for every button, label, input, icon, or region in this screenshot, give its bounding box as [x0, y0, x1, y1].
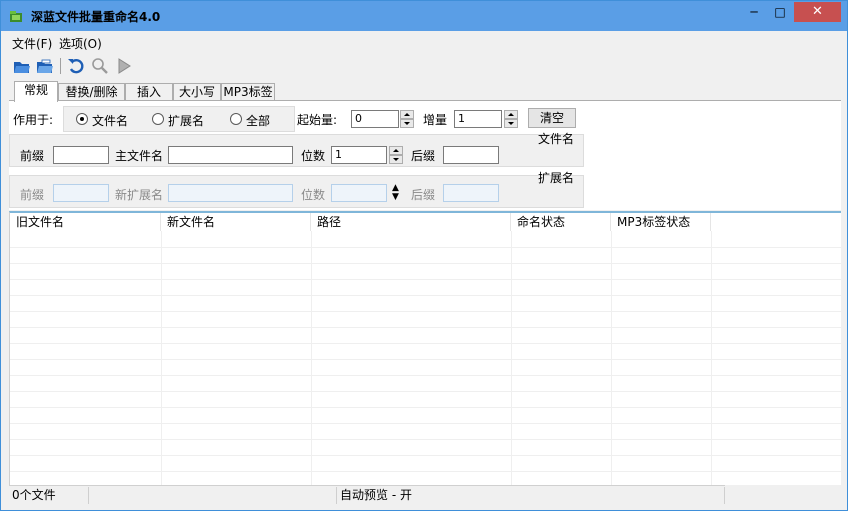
filename-group-title: 文件名 [538, 132, 575, 146]
window-title: 深蓝文件批量重命名4.0 [31, 10, 161, 24]
extension-group-title: 扩展名 [538, 171, 575, 185]
grid-row-line [10, 327, 841, 328]
filename-digits-input[interactable]: 1 [331, 146, 387, 164]
filename-prefix-label: 前缀 [20, 149, 45, 163]
extension-digits-label: 位数 [301, 188, 326, 202]
extension-prefix-label: 前缀 [20, 188, 45, 202]
preview-search-icon[interactable] [91, 57, 109, 75]
grid-row-line [10, 391, 841, 392]
column-old-filename[interactable]: 旧文件名 [10, 213, 161, 231]
extension-suffix-input [443, 184, 499, 202]
apply-to-label: 作用于: [13, 113, 54, 127]
increment-spinner[interactable] [504, 110, 518, 128]
increment-input[interactable]: 1 [454, 110, 502, 128]
toolbar [1, 53, 847, 79]
column-mp3-tag-status[interactable]: MP3标签状态 [611, 213, 711, 231]
filename-prefix-input[interactable] [53, 146, 109, 164]
extension-digits-spinner-down-icon: ▼ [392, 192, 399, 202]
tab-strip: 常规 替换/删除 插入 大小写 MP3标签 [1, 81, 847, 102]
start-value-input[interactable]: 0 [351, 110, 399, 128]
status-bar: 0个文件 自动预览 - 开 [9, 485, 725, 505]
new-extension-input [168, 184, 293, 202]
new-extension-label: 新扩展名 [115, 188, 164, 202]
extension-prefix-input [53, 184, 109, 202]
open-folder-icon[interactable] [13, 57, 31, 75]
grid-row-line [10, 375, 841, 376]
start-value-label: 起始量: [297, 113, 338, 127]
file-list[interactable]: 旧文件名 新文件名 路径 命名状态 MP3标签状态 [9, 211, 841, 485]
close-button[interactable]: ✕ [794, 2, 841, 22]
main-window: 深蓝文件批量重命名4.0 ─ □ ✕ 文件(F) 选项(O) 常规 替换/删除 … [0, 0, 848, 511]
grid-row-line [10, 311, 841, 312]
filename-digits-spinner[interactable] [389, 146, 403, 164]
general-panel: 作用于: 文件名 扩展名 全部 起始量: 0 增量 1 清空 文件名 前缀 主文… [9, 100, 841, 210]
grid-row-line [10, 359, 841, 360]
menu-file[interactable]: 文件(F) [12, 35, 52, 52]
main-filename-label: 主文件名 [115, 149, 164, 163]
run-rename-icon[interactable] [115, 57, 133, 75]
menu-bar: 文件(F) 选项(O) [1, 31, 847, 53]
radio-filename-label[interactable]: 文件名 [92, 112, 128, 129]
grid-column-line [611, 231, 612, 485]
tab-case[interactable]: 大小写 [173, 83, 221, 101]
main-filename-input[interactable] [168, 146, 293, 164]
status-middle [89, 487, 337, 504]
start-value-spinner[interactable] [400, 110, 414, 128]
grid-row-line [10, 343, 841, 344]
grid-row-line [10, 471, 841, 472]
grid-column-line [711, 231, 712, 485]
status-file-count: 0个文件 [9, 487, 89, 504]
grid-column-line [311, 231, 312, 485]
grid-row-line [10, 455, 841, 456]
filename-suffix-label: 后缀 [411, 149, 436, 163]
toolbar-separator [60, 58, 61, 74]
column-path[interactable]: 路径 [311, 213, 511, 231]
extension-suffix-label: 后缀 [411, 188, 436, 202]
grid-column-line [511, 231, 512, 485]
open-subfolder-icon[interactable] [36, 57, 54, 75]
file-list-header: 旧文件名 新文件名 路径 命名状态 MP3标签状态 [10, 213, 841, 231]
app-folder-icon [10, 11, 22, 22]
maximize-button[interactable]: □ [767, 2, 793, 22]
filename-suffix-input[interactable] [443, 146, 499, 164]
grid-row-line [10, 263, 841, 264]
grid-row-line [10, 423, 841, 424]
radio-extension-label[interactable]: 扩展名 [168, 112, 204, 129]
undo-icon[interactable] [67, 57, 85, 75]
grid-column-line [161, 231, 162, 485]
tab-mp3-tags[interactable]: MP3标签 [221, 83, 275, 101]
clear-button[interactable]: 清空 [528, 108, 576, 128]
radio-extension[interactable] [152, 113, 164, 125]
title-bar: 深蓝文件批量重命名4.0 ─ □ ✕ [1, 1, 847, 31]
increment-label: 增量 [423, 113, 448, 127]
radio-all-label[interactable]: 全部 [246, 112, 270, 129]
grid-row-line [10, 247, 841, 248]
grid-row-line [10, 407, 841, 408]
column-rename-status[interactable]: 命名状态 [511, 213, 611, 231]
tab-insert[interactable]: 插入 [125, 83, 173, 101]
grid-row-line [10, 279, 841, 280]
tab-replace-delete[interactable]: 替换/删除 [58, 83, 125, 101]
grid-row-line [10, 295, 841, 296]
apply-to-group: 文件名 扩展名 全部 [63, 106, 295, 132]
extension-digits-input [331, 184, 387, 202]
status-auto-preview: 自动预览 - 开 [337, 487, 725, 504]
grid-row-line [10, 439, 841, 440]
column-new-filename[interactable]: 新文件名 [161, 213, 311, 231]
menu-options[interactable]: 选项(O) [59, 35, 102, 52]
filename-digits-label: 位数 [301, 149, 326, 163]
radio-all[interactable] [230, 113, 242, 125]
minimize-button[interactable]: ─ [741, 2, 767, 22]
radio-filename[interactable] [76, 113, 88, 125]
tab-general[interactable]: 常规 [14, 81, 58, 102]
